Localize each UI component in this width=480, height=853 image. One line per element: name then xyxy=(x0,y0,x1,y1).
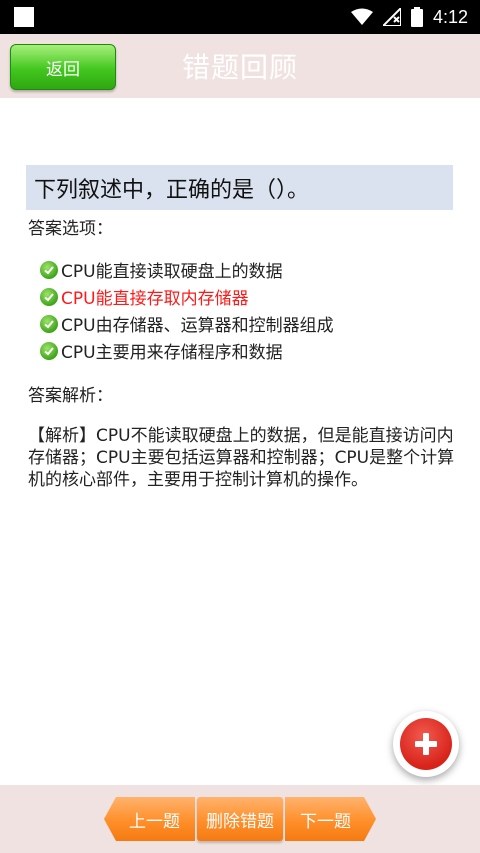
option-text: CPU主要用来存储程序和数据 xyxy=(61,343,283,363)
next-question-button[interactable]: 下一题 xyxy=(285,797,376,841)
question-text: 下列叙述中，正确的是（）。 xyxy=(26,165,453,210)
notification-icon xyxy=(14,7,34,27)
back-button[interactable]: 返回 xyxy=(10,44,116,90)
check-circle-icon xyxy=(40,287,58,306)
options-list: CPU能直接读取硬盘上的数据 CPU能直接存取内存储器 CPU由存储器、运算器和控制… xyxy=(40,256,334,364)
answer-options-label: 答案选项： xyxy=(28,219,113,239)
check-circle-icon xyxy=(40,314,58,333)
wifi-icon xyxy=(350,8,373,25)
check-circle-icon xyxy=(40,260,58,279)
option-item: CPU能直接存取内存储器 xyxy=(40,283,334,310)
analysis-label: 答案解析： xyxy=(28,386,113,406)
option-item: CPU能直接读取硬盘上的数据 xyxy=(40,256,334,283)
option-item: CPU由存储器、运算器和控制器组成 xyxy=(40,310,334,337)
bottom-nav: 上一题 删除错题 下一题 xyxy=(0,785,480,853)
option-item: CPU主要用来存储程序和数据 xyxy=(40,337,334,364)
header: 错题回顾 返回 xyxy=(0,34,480,98)
status-bar: 4:12 xyxy=(0,0,480,34)
plus-icon xyxy=(400,718,452,770)
delete-wrong-question-button[interactable]: 删除错题 xyxy=(197,797,283,841)
signal-off-icon xyxy=(382,8,401,26)
battery-icon xyxy=(410,7,423,27)
add-button[interactable] xyxy=(393,711,459,777)
status-time: 4:12 xyxy=(432,6,468,27)
option-text: CPU由存储器、运算器和控制器组成 xyxy=(61,316,334,336)
prev-question-button[interactable]: 上一题 xyxy=(104,797,195,841)
status-icons: 4:12 xyxy=(350,0,468,34)
option-text: CPU能直接存取内存储器 xyxy=(61,289,249,309)
option-text: CPU能直接读取硬盘上的数据 xyxy=(61,262,283,282)
check-circle-icon xyxy=(40,341,58,360)
analysis-text: 【解析】CPU不能读取硬盘上的数据，但是能直接访问内存储器；CPU主要包括运算器… xyxy=(28,426,455,490)
